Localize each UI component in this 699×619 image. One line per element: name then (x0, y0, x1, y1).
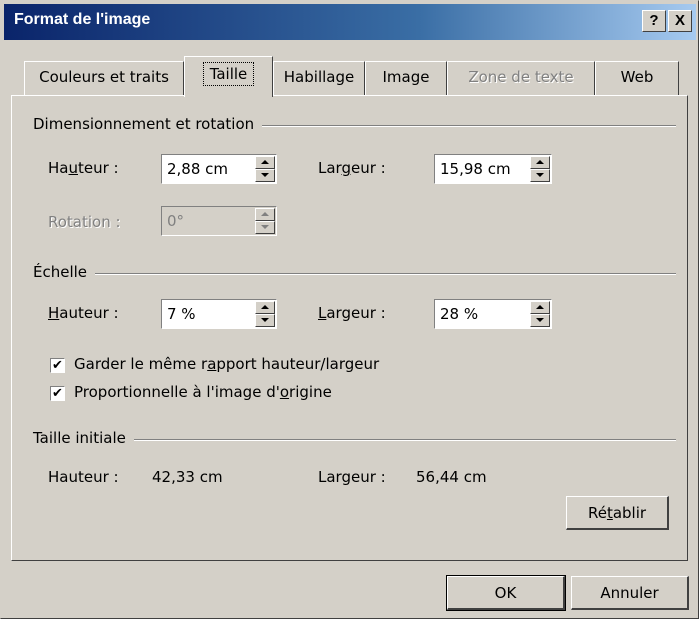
lock-aspect-ratio-label[interactable]: Garder le même rapport hauteur/largeur (74, 355, 379, 373)
help-button[interactable]: ? (642, 10, 666, 32)
tab-image[interactable]: Image (365, 61, 447, 95)
section-size-rotation-label: Dimensionnement et rotation (33, 115, 263, 133)
spin-down-button[interactable] (255, 169, 275, 182)
arrow-up-icon (536, 160, 544, 164)
ok-button[interactable]: OK (446, 575, 566, 611)
tab-label: Image (382, 68, 430, 86)
original-height-value: 42,33 cm (152, 468, 223, 486)
scale-width-value: 28 % (440, 305, 479, 323)
reset-button[interactable]: Rétablir (566, 496, 669, 530)
spin-up-button (255, 208, 275, 221)
size-height-label: Hauteur : (48, 159, 119, 177)
spin-down-button[interactable] (530, 169, 550, 182)
scale-height-label: Hauteur : (48, 304, 119, 322)
spin-up-button[interactable] (255, 301, 275, 314)
close-button[interactable]: X (668, 10, 692, 32)
spin-up-button[interactable] (530, 301, 550, 314)
arrow-down-icon (261, 225, 269, 229)
size-height-value: 2,88 cm (167, 160, 229, 178)
window-title: Format de l'image (14, 11, 151, 28)
relative-to-original-checkbox[interactable]: ✔ (50, 386, 65, 401)
tab-zone-de-texte: Zone de texte (447, 61, 595, 95)
tab-web[interactable]: Web (595, 61, 679, 95)
section-scale-label: Échelle (33, 263, 96, 281)
original-height-label: Hauteur : (48, 468, 119, 486)
section-original-size-label: Taille initiale (33, 429, 134, 447)
size-width-value: 15,98 cm (440, 160, 511, 178)
tab-taille[interactable]: Taille (184, 56, 273, 97)
spin-down-button[interactable] (255, 314, 275, 327)
size-height-spinner[interactable]: 2,88 cm (161, 154, 277, 184)
tab-couleurs-et-traits[interactable]: Couleurs et traits (24, 61, 184, 95)
scale-height-value: 7 % (167, 305, 196, 323)
scale-height-spinner[interactable]: 7 % (161, 299, 277, 329)
spin-up-button[interactable] (255, 156, 275, 169)
arrow-up-icon (261, 212, 269, 216)
arrow-down-icon (536, 173, 544, 177)
title-bar[interactable]: Format de l'image ? X (4, 4, 696, 40)
tab-habillage[interactable]: Habillage (273, 61, 365, 95)
spin-up-button[interactable] (530, 156, 550, 169)
arrow-up-icon (261, 160, 269, 164)
arrow-down-icon (536, 318, 544, 322)
cancel-button[interactable]: Annuler (571, 576, 689, 610)
spin-down-button (255, 221, 275, 234)
section-divider (33, 273, 676, 275)
arrow-down-icon (261, 173, 269, 177)
tab-label: Habillage (283, 68, 355, 86)
size-width-spinner[interactable]: 15,98 cm (434, 154, 552, 184)
lock-aspect-ratio-checkbox[interactable]: ✔ (50, 358, 65, 373)
arrow-up-icon (261, 305, 269, 309)
tab-label: Taille (202, 62, 255, 86)
size-width-label: Largeur : (318, 159, 386, 177)
tab-label: Couleurs et traits (39, 68, 169, 86)
original-width-label: Largeur : (318, 468, 386, 486)
original-width-value: 56,44 cm (416, 468, 487, 486)
rotation-spinner: 0° (161, 206, 277, 236)
rotation-label: Rotation : (48, 213, 121, 231)
rotation-value: 0° (167, 212, 185, 230)
tab-label: Web (620, 68, 654, 86)
format-image-dialog: Format de l'image ? X Couleurs et traits… (0, 0, 699, 619)
spin-down-button[interactable] (530, 314, 550, 327)
tab-label: Zone de texte (468, 68, 574, 86)
scale-width-spinner[interactable]: 28 % (434, 299, 552, 329)
arrow-down-icon (261, 318, 269, 322)
scale-width-label: Largeur : (318, 304, 386, 322)
relative-to-original-label[interactable]: Proportionnelle à l'image d'origine (74, 383, 332, 401)
arrow-up-icon (536, 305, 544, 309)
